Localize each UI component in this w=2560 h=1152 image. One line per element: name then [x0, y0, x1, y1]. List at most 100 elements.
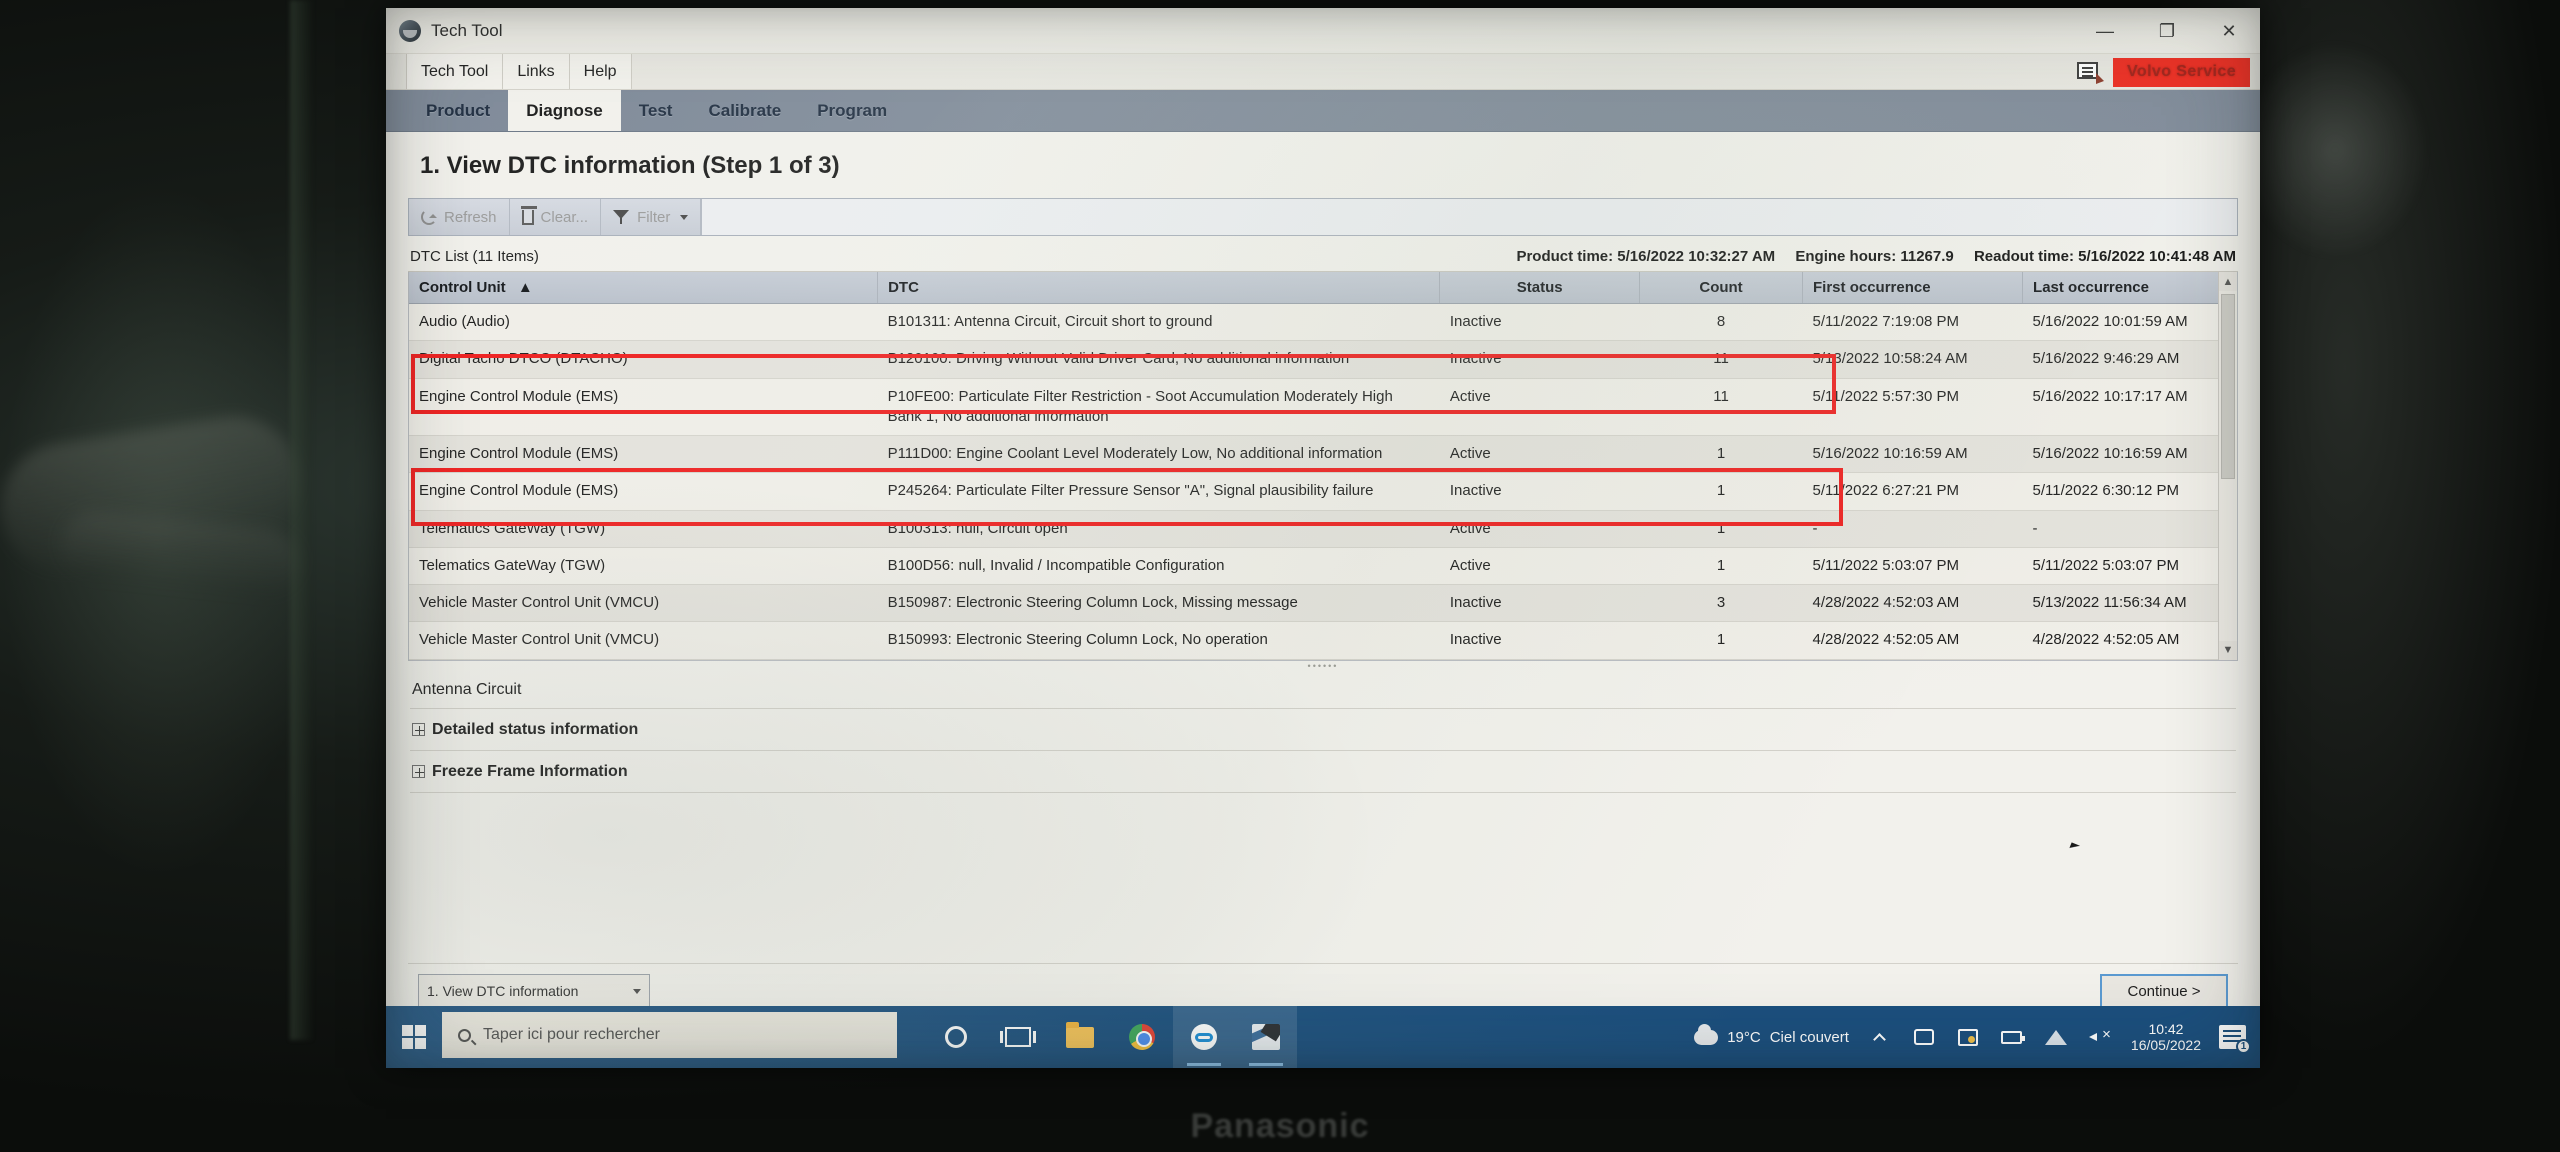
product-time-label: Product time: 5/16/2022 10:32:27 AM [1516, 248, 1776, 265]
column-header-status[interactable]: Status [1439, 272, 1641, 304]
weather-widget[interactable]: 19°C Ciel couvert [1694, 1023, 1849, 1046]
filter-button-label: Filter [637, 208, 671, 226]
column-header-first-occurrence[interactable]: First occurrence [1802, 272, 2024, 304]
task-view-button[interactable] [987, 1006, 1049, 1068]
chevron-up-icon [1873, 1032, 1887, 1046]
photo-tray-button[interactable] [1955, 1028, 1981, 1046]
continue-button[interactable]: Continue > [2100, 974, 2228, 1008]
menu-item-tech-tool[interactable]: Tech Tool [406, 54, 504, 89]
column-header-last-occurrence[interactable]: Last occurrence [2022, 272, 2237, 304]
table-row[interactable]: Vehicle Master Control Unit (VMCU) B1509… [409, 584, 2237, 623]
accordion-label: Detailed status information [432, 720, 639, 738]
tab-diagnose[interactable]: Diagnose [508, 90, 621, 131]
tech-tool-taskbar-button[interactable] [1235, 1006, 1297, 1068]
cell-status: Active [1439, 435, 1640, 474]
step-select-value: 1. View DTC information [427, 983, 579, 999]
table-row[interactable]: Engine Control Module (EMS) P111D00: Eng… [409, 435, 2237, 474]
accordion-label: Freeze Frame Information [432, 762, 628, 780]
step-select-dropdown[interactable]: 1. View DTC information [418, 974, 650, 1008]
filter-button[interactable]: Filter [601, 199, 702, 235]
cell-dtc: B150987: Electronic Steering Column Lock… [877, 584, 1440, 623]
mouse-cursor [2069, 842, 2086, 854]
dtc-toolbar: Refresh Clear... Filter [408, 198, 2238, 236]
cell-count: 3 [1639, 584, 1803, 623]
cell-dtc: B100313: null, Circuit open [877, 510, 1440, 548]
cell-control-unit: Digital Tacho DTCO (DTACHO) [409, 340, 878, 379]
accordion-freeze-frame-information[interactable]: Freeze Frame Information [410, 751, 2236, 793]
battery-icon [2001, 1030, 2026, 1044]
tab-product[interactable]: Product [408, 90, 508, 131]
scroll-up-icon[interactable]: ▲ [2219, 272, 2237, 291]
table-row[interactable]: Engine Control Module (EMS) P245264: Par… [409, 472, 2237, 511]
dtc-list-meta: Product time: 5/16/2022 10:32:27 AM Engi… [1500, 248, 2236, 265]
column-header-control-unit[interactable]: Control Unit ▲ [409, 272, 879, 304]
table-row[interactable]: Engine Control Module (EMS) P10FE00: Par… [409, 378, 2237, 436]
menu-item-links[interactable]: Links [503, 54, 570, 89]
cell-control-unit: Engine Control Module (EMS) [409, 378, 878, 436]
chrome-button[interactable] [1111, 1006, 1173, 1068]
show-hidden-icons-button[interactable] [1867, 1031, 1893, 1046]
cortana-button[interactable] [925, 1006, 987, 1068]
tab-calibrate[interactable]: Calibrate [690, 90, 799, 131]
cell-control-unit: Telematics GateWay (TGW) [409, 510, 878, 548]
refresh-button[interactable]: Refresh [409, 199, 510, 235]
table-row[interactable]: Telematics GateWay (TGW) B100313: null, … [409, 510, 2237, 548]
table-row[interactable]: Vehicle Master Control Unit (VMCU) B1509… [409, 621, 2237, 660]
maximize-button[interactable]: ❐ [2136, 8, 2198, 54]
dtc-detail-panel: Antenna Circuit Detailed status informat… [408, 671, 2238, 793]
tab-test[interactable]: Test [621, 90, 691, 131]
cell-count: 11 [1639, 378, 1803, 436]
dtc-table-scrollbar[interactable]: ▲ ▼ [2218, 272, 2237, 660]
scrollbar-thumb[interactable] [2221, 294, 2235, 479]
cell-first-occurrence: 5/16/2022 10:16:59 AM [1802, 435, 2023, 474]
tech-tool-icon [1252, 1024, 1280, 1050]
accordion-detailed-status-information[interactable]: Detailed status information [410, 709, 2236, 751]
folder-icon [1066, 1021, 1094, 1048]
cell-dtc: B150993: Electronic Steering Column Lock… [877, 621, 1440, 660]
panel-splitter[interactable]: •••••• [408, 661, 2238, 671]
menu-item-help[interactable]: Help [569, 54, 632, 89]
volume-tray-button[interactable] [2087, 1026, 2113, 1045]
readout-time-label: Readout time: 5/16/2022 10:41:48 AM [1973, 248, 2236, 265]
cell-dtc: P10FE00: Particulate Filter Restriction … [877, 378, 1440, 436]
network-tray-button[interactable] [2043, 1029, 2069, 1045]
battery-tray-button[interactable] [1999, 1030, 2026, 1044]
cell-last-occurrence: 5/16/2022 9:46:29 AM [2022, 340, 2237, 379]
cell-status: Active [1439, 378, 1640, 436]
laptop-screen: Tech Tool — ❐ ✕ Tech Tool Links Help Vol… [386, 8, 2260, 1068]
column-header-dtc[interactable]: DTC [877, 272, 1441, 304]
scroll-down-icon[interactable]: ▼ [2219, 640, 2237, 660]
expand-plus-icon[interactable] [412, 723, 425, 736]
close-button[interactable]: ✕ [2198, 8, 2260, 54]
minimize-button[interactable]: — [2074, 8, 2136, 54]
onedrive-tray-button[interactable] [1911, 1029, 1937, 1045]
sort-ascending-icon: ▲ [517, 279, 533, 296]
tab-program[interactable]: Program [799, 90, 905, 131]
notification-center-button[interactable]: 1 [2219, 1025, 2251, 1054]
taskbar-search-input[interactable]: Taper ici pour rechercher [442, 1012, 897, 1058]
clear-button[interactable]: Clear... [510, 199, 602, 235]
cell-last-occurrence: 5/11/2022 6:30:12 PM [2022, 472, 2237, 511]
cloud-icon [1694, 1023, 1719, 1045]
message-icon[interactable] [2077, 61, 2105, 84]
taskbar-clock[interactable]: 10:42 16/05/2022 [2131, 1021, 2201, 1053]
cell-last-occurrence: 5/16/2022 10:17:17 AM [2022, 378, 2237, 436]
column-header-count[interactable]: Count [1639, 272, 1804, 304]
table-row[interactable]: Telematics GateWay (TGW) B100D56: null, … [409, 547, 2237, 586]
cell-dtc: P111D00: Engine Coolant Level Moderately… [877, 435, 1440, 474]
cell-control-unit: Telematics GateWay (TGW) [409, 547, 878, 586]
cell-control-unit: Engine Control Module (EMS) [409, 435, 878, 474]
teamviewer-icon [1191, 1024, 1217, 1050]
cell-control-unit: Vehicle Master Control Unit (VMCU) [409, 621, 878, 660]
trash-icon [520, 205, 537, 225]
toolbar-empty-area [701, 199, 2237, 235]
teamviewer-button[interactable] [1173, 1006, 1235, 1068]
dtc-list-info: DTC List (11 Items) Product time: 5/16/2… [408, 236, 2238, 272]
expand-plus-icon[interactable] [412, 765, 425, 778]
table-row[interactable]: Digital Tacho DTCO (DTACHO) B120100: Dri… [409, 340, 2237, 379]
refresh-icon [421, 209, 437, 225]
file-explorer-button[interactable] [1049, 1006, 1111, 1068]
start-button[interactable] [386, 1006, 442, 1068]
selected-dtc-title: Antenna Circuit [410, 671, 2236, 709]
table-row[interactable]: Audio (Audio) B101311: Antenna Circuit, … [409, 303, 2237, 342]
